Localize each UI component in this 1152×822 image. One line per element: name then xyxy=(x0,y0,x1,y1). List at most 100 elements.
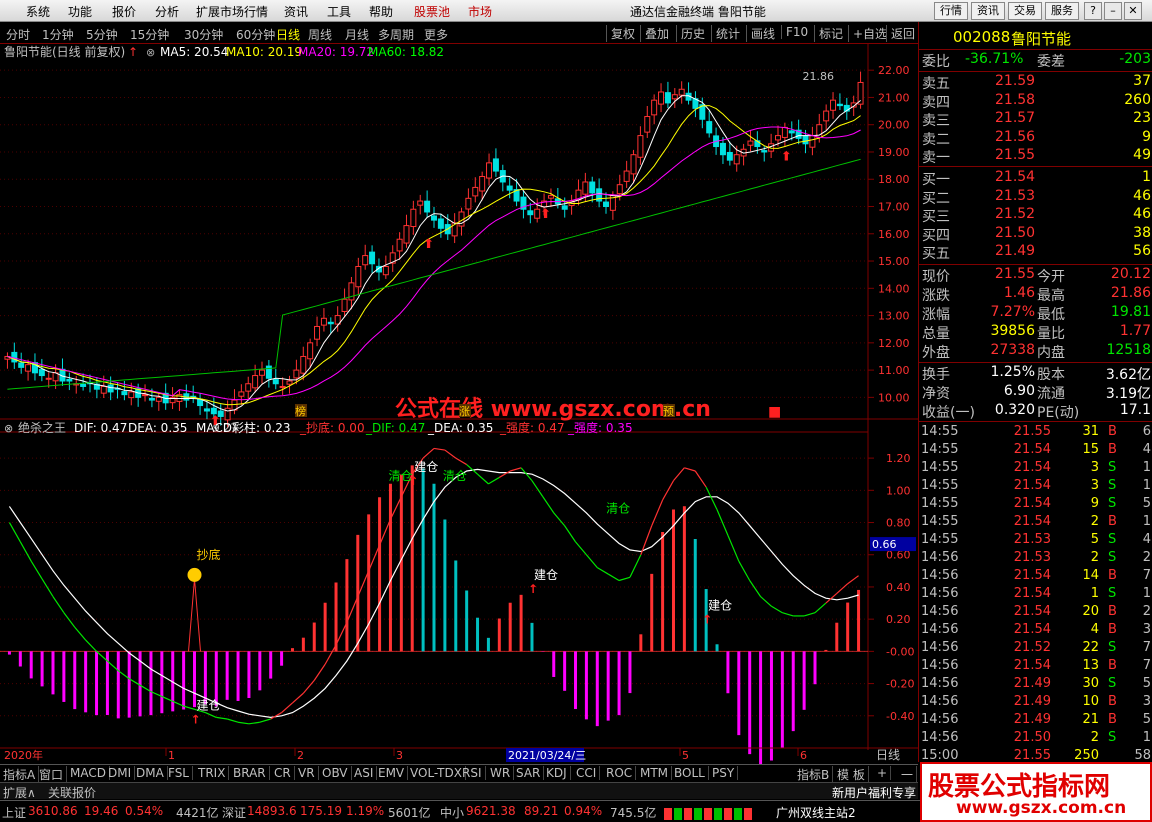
indicator-tick: 0.80 xyxy=(886,517,911,530)
indicator-tab-1[interactable]: 窗口 xyxy=(36,766,68,783)
period-7[interactable]: 周线 xyxy=(308,26,332,43)
indicator-tick: 0.40 xyxy=(886,581,911,594)
indicator-tab-3[interactable]: DMI xyxy=(105,766,136,780)
sh-index[interactable]: 3610.86 xyxy=(28,804,78,818)
event-marker[interactable]: 榜 xyxy=(295,404,306,418)
weicha-value: -203 xyxy=(1119,51,1151,67)
period-9[interactable]: 多周期 xyxy=(378,26,414,43)
expand-toggle[interactable]: 扩展∧ xyxy=(3,784,36,801)
stat-row: 外盘 27338 内盘 12518 xyxy=(922,342,1151,361)
x-period-label[interactable]: 日线 xyxy=(876,748,900,762)
indicator-tab-5[interactable]: FSL xyxy=(165,766,193,780)
indicator-right-1[interactable]: 模 板 xyxy=(834,766,869,783)
indicator-tab-13[interactable]: VOL-TDX xyxy=(407,766,466,780)
chart-tool-5[interactable]: F10 xyxy=(781,25,808,39)
indicator-tab-7[interactable]: BRAR xyxy=(230,766,270,780)
buy-arrow-icon: ↑ xyxy=(191,712,201,726)
indicator-legend-7: _强度: 0.35 xyxy=(567,420,633,435)
zx-index[interactable]: 9621.38 xyxy=(466,804,516,818)
menu-item-analysis[interactable]: 分析 xyxy=(155,3,179,20)
tick-row: 14:56 21.54 14 B 7 xyxy=(921,568,1151,583)
weibi-row: 委比 -36.71% 委差 -203 xyxy=(922,51,1151,70)
indicator-tab-2[interactable]: MACD xyxy=(67,766,110,780)
menu-item-market[interactable]: 市场 xyxy=(468,3,492,20)
chart-tool-4[interactable]: 画线 xyxy=(746,25,775,42)
indicator-right-3[interactable]: 一 xyxy=(898,766,918,783)
indicator-tab-14[interactable]: RSI xyxy=(459,766,486,780)
menu-item-news[interactable]: 资讯 xyxy=(284,3,308,20)
top-button-news[interactable]: 资讯 xyxy=(971,2,1005,20)
related-quote-tab[interactable]: 关联报价 xyxy=(48,784,96,801)
help-icon[interactable]: ? xyxy=(1084,2,1102,20)
period-4[interactable]: 30分钟 xyxy=(184,26,223,43)
top-button-quote[interactable]: 行情 xyxy=(934,2,968,20)
period-2[interactable]: 5分钟 xyxy=(86,26,118,43)
period-0[interactable]: 分时 xyxy=(6,26,30,43)
indicator-tick: 1.20 xyxy=(886,452,911,465)
chart-tool-0[interactable]: 复权 xyxy=(606,25,635,42)
top-button-service[interactable]: 服务 xyxy=(1045,2,1079,20)
indicator-tab-11[interactable]: ASI xyxy=(351,766,378,780)
indicator-tab-22[interactable]: PSY xyxy=(709,766,739,780)
indicator-tick: 0.20 xyxy=(886,613,911,626)
period-10[interactable]: 更多 xyxy=(424,26,448,43)
indicator-tab-18[interactable]: CCI xyxy=(573,766,601,780)
event-marker[interactable]: 预 xyxy=(663,405,674,418)
price-tick: 17.00 xyxy=(878,201,910,214)
chart-tool-3[interactable]: 统计 xyxy=(711,25,740,42)
cursor-date: 2021/03/24/三 xyxy=(508,749,586,762)
minimize-icon[interactable]: – xyxy=(1104,2,1122,20)
stat-row: 涨跌 1.46 最高 21.86 xyxy=(922,285,1151,304)
settings-icon[interactable]: ⊗ xyxy=(146,46,155,59)
tick-row: 14:55 21.54 15 B 4 xyxy=(921,442,1151,457)
period-8[interactable]: 月线 xyxy=(345,26,369,43)
chart-tool-6[interactable]: 标记 xyxy=(814,25,843,42)
indicator-tab-9[interactable]: VR xyxy=(295,766,319,780)
menu-item-ext-market[interactable]: 扩展市场行情 xyxy=(196,3,268,20)
indicator-tab-15[interactable]: WR xyxy=(487,766,515,780)
chart-tool-2[interactable]: 历史 xyxy=(676,25,705,42)
event-marker[interactable]: ■ xyxy=(768,404,781,420)
chart-tool-1[interactable]: 叠加 xyxy=(640,25,669,42)
menu-item-stock-pool[interactable]: 股票池 xyxy=(414,3,450,20)
chart-area[interactable]: 鲁阳节能(日线 前复权) ↑ ⊗ MA5: 20.54MA10: 20.19MA20:… xyxy=(0,44,918,764)
sz-index[interactable]: 14893.6 xyxy=(247,804,297,818)
indicator-tab-10[interactable]: OBV xyxy=(319,766,352,780)
menu-item-function[interactable]: 功能 xyxy=(68,3,92,20)
indicator-tab-6[interactable]: TRIX xyxy=(195,766,230,780)
indicator-tab-8[interactable]: CR xyxy=(271,766,295,780)
weibi-value: -36.71% xyxy=(965,51,1024,67)
menu-item-help[interactable]: 帮助 xyxy=(369,3,393,20)
price-tick: 16.00 xyxy=(878,228,910,241)
menu-item-system[interactable]: 系统 xyxy=(26,3,50,20)
period-3[interactable]: 15分钟 xyxy=(130,26,169,43)
new-user-promo[interactable]: 新用户福利专享 xyxy=(832,784,916,801)
indicator-tab-0[interactable]: 指标A xyxy=(0,766,40,783)
period-5[interactable]: 60分钟 xyxy=(236,26,275,43)
indicator-tab-17[interactable]: KDJ xyxy=(543,766,571,780)
indicator-tab-12[interactable]: EMV xyxy=(375,766,409,780)
watermark-ad: 股票公式指标网 www.gszx.com.cn xyxy=(920,762,1152,822)
period-1[interactable]: 1分钟 xyxy=(42,26,74,43)
event-marker[interactable]: 涨 xyxy=(459,405,470,418)
indicator-right-0[interactable]: 指标B xyxy=(794,766,834,783)
collapse-icon[interactable]: ⊗ xyxy=(4,422,13,435)
period-6[interactable]: 日线 xyxy=(276,26,300,43)
close-icon[interactable]: ✕ xyxy=(1124,2,1142,20)
ma-legend-0: MA5: 20.54 xyxy=(160,45,228,59)
tick-row: 14:55 21.54 2 B 1 xyxy=(921,514,1151,529)
menu-item-tools[interactable]: 工具 xyxy=(327,3,351,20)
chart-tool-8[interactable]: 返回 xyxy=(886,25,915,42)
menu-item-quote[interactable]: 报价 xyxy=(112,3,136,20)
price-tick: 20.00 xyxy=(878,119,910,132)
chart-tool-7[interactable]: +自选 xyxy=(848,25,887,42)
sep xyxy=(919,264,1152,265)
indicator-right-2[interactable]: + xyxy=(874,766,892,780)
server-name[interactable]: 广州双线主站2 xyxy=(776,804,856,821)
indicator-tab-16[interactable]: SAR xyxy=(513,766,545,780)
top-button-trade[interactable]: 交易 xyxy=(1008,2,1042,20)
indicator-tab-4[interactable]: DMA xyxy=(133,766,168,780)
indicator-tab-20[interactable]: MTM xyxy=(637,766,673,780)
indicator-tab-19[interactable]: ROC xyxy=(603,766,637,780)
indicator-tab-21[interactable]: BOLL xyxy=(671,766,709,780)
